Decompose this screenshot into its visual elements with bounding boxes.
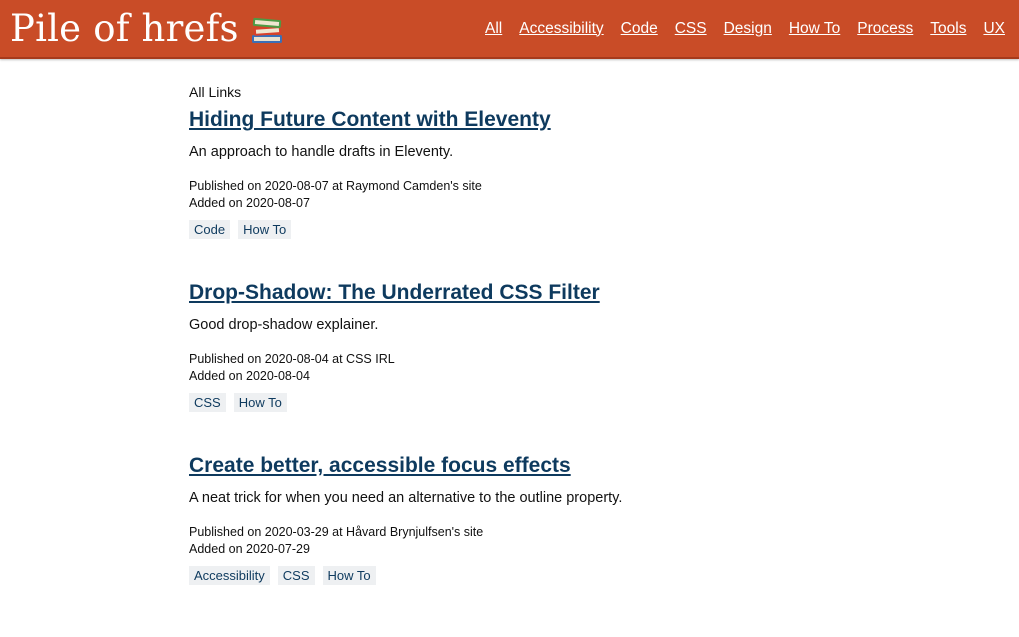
entry-added: Added on 2020-08-04 bbox=[189, 369, 310, 383]
entry-added: Added on 2020-07-29 bbox=[189, 542, 310, 556]
link-entry: Create better, accessible focus effects … bbox=[189, 454, 889, 585]
nav-link-how-to[interactable]: How To bbox=[789, 20, 840, 38]
books-icon bbox=[251, 17, 282, 43]
tag-how-to[interactable]: How To bbox=[322, 566, 376, 585]
tag-how-to[interactable]: How To bbox=[238, 220, 292, 239]
entry-title-link[interactable]: Create better, accessible focus effects bbox=[189, 454, 571, 478]
link-entry: Hiding Future Content with Eleventy An a… bbox=[189, 108, 889, 239]
entry-description: An approach to handle drafts in Eleventy… bbox=[189, 144, 454, 160]
home-link[interactable]: Pile of hrefs bbox=[10, 7, 285, 50]
entry-published: Published on 2020-08-07 at Raymond Camde… bbox=[189, 179, 482, 193]
entry-published: Published on 2020-08-04 at CSS IRL bbox=[189, 352, 395, 366]
entry-title-link[interactable]: Hiding Future Content with Eleventy bbox=[189, 108, 551, 132]
link-entry: Drop-Shadow: The Underrated CSS Filter G… bbox=[189, 281, 889, 412]
site-header: Pile of hrefs All Accessibility Code CSS… bbox=[0, 0, 1019, 59]
tag-how-to[interactable]: How To bbox=[233, 393, 287, 412]
nav-link-tools[interactable]: Tools bbox=[930, 20, 966, 38]
nav-link-process[interactable]: Process bbox=[857, 20, 913, 38]
tag-accessibility[interactable]: Accessibility bbox=[189, 566, 270, 585]
entry-title-link[interactable]: Drop-Shadow: The Underrated CSS Filter bbox=[189, 281, 600, 305]
entry-tags: Code How To bbox=[189, 220, 889, 239]
tag-code[interactable]: Code bbox=[189, 220, 231, 239]
entry-published: Published on 2020-03-29 at Håvard Brynju… bbox=[189, 525, 484, 539]
nav-link-design[interactable]: Design bbox=[724, 20, 772, 38]
entry-description: A neat trick for when you need an altern… bbox=[189, 490, 623, 506]
entry-tags: CSS How To bbox=[189, 393, 889, 412]
entry-added: Added on 2020-08-07 bbox=[189, 196, 310, 210]
site-title: Pile of hrefs bbox=[10, 7, 239, 50]
nav-link-all[interactable]: All bbox=[485, 20, 502, 38]
tag-css[interactable]: CSS bbox=[277, 566, 315, 585]
nav-link-ux[interactable]: UX bbox=[983, 20, 1005, 38]
nav-link-css[interactable]: CSS bbox=[675, 20, 707, 38]
nav-link-accessibility[interactable]: Accessibility bbox=[519, 20, 603, 38]
nav-link-code[interactable]: Code bbox=[621, 20, 658, 38]
link-list: All Links Hiding Future Content with Ele… bbox=[189, 84, 889, 585]
main-nav: All Accessibility Code CSS Design How To… bbox=[485, 20, 1005, 38]
tag-css[interactable]: CSS bbox=[189, 393, 226, 412]
entry-tags: Accessibility CSS How To bbox=[189, 566, 889, 585]
section-label: All Links bbox=[189, 84, 242, 100]
entry-description: Good drop-shadow explainer. bbox=[189, 317, 379, 333]
